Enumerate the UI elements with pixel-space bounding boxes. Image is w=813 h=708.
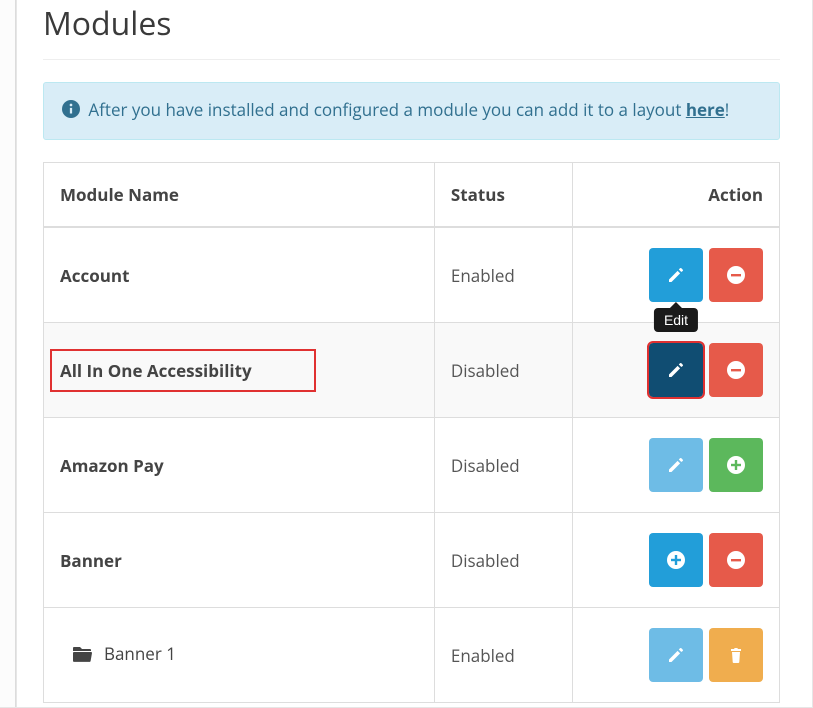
cell-status: Disabled: [434, 418, 572, 513]
add-button[interactable]: [649, 533, 703, 587]
minus-icon: [725, 359, 747, 381]
table-row: Account Enabled Edit: [44, 227, 780, 323]
left-rail: [0, 0, 16, 707]
col-header-name: Module Name: [44, 163, 435, 228]
edit-button[interactable]: Edit: [649, 248, 703, 302]
plus-icon: [665, 549, 687, 571]
cell-actions: [572, 608, 779, 703]
pencil-icon: [666, 265, 686, 285]
minus-icon: [725, 549, 747, 571]
alert-text-before: After you have installed and configured …: [88, 98, 685, 121]
highlight-box: All In One Accessibility: [50, 349, 316, 392]
module-name-text: Banner 1: [104, 642, 176, 665]
table-row: Banner 1 Enabled: [44, 608, 780, 703]
cell-actions: [572, 513, 779, 608]
module-name-text: All In One Accessibility: [60, 359, 252, 382]
module-name-text: Amazon Pay: [60, 454, 164, 477]
cell-module-name: Account: [44, 227, 435, 323]
table-row: Amazon Pay Disabled: [44, 418, 780, 513]
cell-status: Disabled: [434, 513, 572, 608]
cell-status: Disabled: [434, 323, 572, 418]
module-name-text: Banner: [60, 549, 122, 572]
alert-text-after: !: [725, 98, 730, 121]
cell-module-name: Amazon Pay: [44, 418, 435, 513]
delete-button[interactable]: [709, 628, 763, 682]
minus-icon: [725, 264, 747, 286]
col-header-action: Action: [572, 163, 779, 228]
modules-tbody: Account Enabled Edit All In One Accessibili…: [44, 227, 780, 703]
pencil-icon: [666, 455, 686, 475]
edit-button[interactable]: [649, 628, 703, 682]
cell-module-name: Banner: [44, 513, 435, 608]
info-alert: After you have installed and configured …: [43, 82, 780, 140]
modules-table: Module Name Status Action Account Enabled…: [43, 162, 780, 703]
cell-module-name: Banner 1: [44, 608, 435, 703]
alert-link-here[interactable]: here: [686, 98, 725, 121]
table-row: All In One Accessibility Disabled: [44, 323, 780, 418]
pencil-icon: [666, 645, 686, 665]
table-row: Banner Disabled: [44, 513, 780, 608]
module-name-text: Account: [60, 264, 129, 287]
pencil-icon: [666, 360, 686, 380]
cell-status: Enabled: [434, 227, 572, 323]
page-title: Modules: [43, 2, 780, 45]
cell-actions: [572, 323, 779, 418]
install-button[interactable]: [709, 438, 763, 492]
col-header-status: Status: [434, 163, 572, 228]
edit-button[interactable]: [649, 343, 703, 397]
plus-icon: [725, 454, 747, 476]
uninstall-button[interactable]: [709, 533, 763, 587]
trash-icon: [726, 645, 746, 665]
cell-status: Enabled: [434, 608, 572, 703]
cell-actions: [572, 418, 779, 513]
edit-button[interactable]: [649, 438, 703, 492]
folder-open-icon: [72, 645, 92, 668]
info-icon: [62, 99, 80, 125]
uninstall-button[interactable]: [709, 248, 763, 302]
modules-panel: Modules After you have installed and con…: [16, 0, 806, 707]
divider: [43, 59, 780, 60]
cell-module-name: All In One Accessibility: [44, 323, 435, 418]
uninstall-button[interactable]: [709, 343, 763, 397]
cell-actions: Edit: [572, 227, 779, 323]
